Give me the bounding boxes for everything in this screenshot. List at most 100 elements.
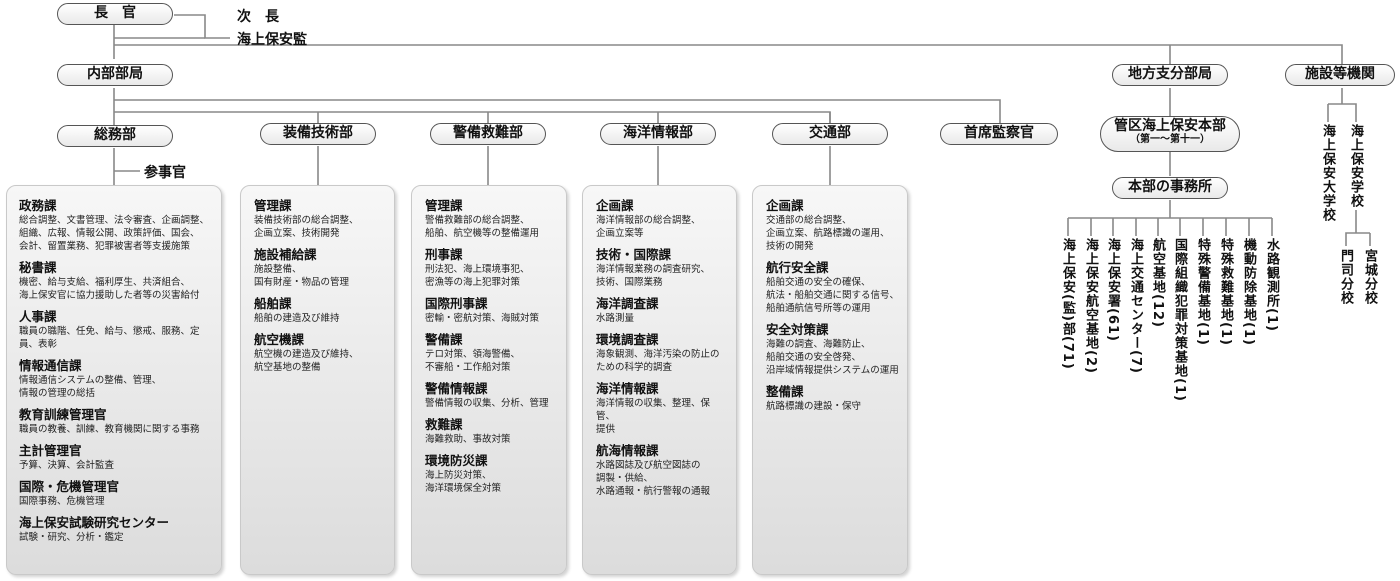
section-title: 海洋調査課 [596, 296, 659, 311]
chief-inspector-node: 首席監察官 [940, 123, 1058, 145]
section-title: 環境調査課 [596, 332, 659, 347]
section-item: 技術・国際課 海洋情報業務の調査研究、 技術、国際業務 [596, 247, 728, 289]
section-item: 管理課装備技術部の総合調整、 企画立案、技術開発 [254, 198, 386, 240]
section-item: 教育訓練管理官職員の教養、訓練、教育機関に関する事務 [19, 407, 213, 436]
general-affairs-dept-node: 総務部 [57, 125, 173, 147]
section-item: 警備課テロ対策、領海警備、 不審船・工作船対策 [425, 332, 558, 374]
section-desc: 刑法犯、海上環境事犯、 密漁等の海上犯罪対策 [425, 264, 530, 288]
section-item: 整備課航路標識の建設・保守 [766, 384, 899, 413]
equipment-tech-dept-node: 装備技術部 [260, 123, 376, 145]
internal-bureau-node: 内部部局 [57, 64, 173, 86]
section-title: 企画課 [596, 198, 634, 213]
hydrographic-sections: 企画課 海洋情報部の総合調整、 企画立案等 技術・国際課 海洋情報業務の調査研究、 … [582, 185, 737, 575]
section-title: 刑事課 [425, 247, 463, 262]
section-title: 国際・危機管理官 [19, 479, 120, 494]
section-desc: 機密、給与支給、福利厚生、共済組合、 海上保安官に協力援助した者等の災害給付 [19, 277, 200, 301]
section-title: 人事課 [19, 309, 57, 324]
guard-rescue-dept-node: 警備救難部 [430, 123, 546, 145]
equipment-tech-sections: 管理課装備技術部の総合調整、 企画立案、技術開発 施設補給課 施設整備、 国有財産… [240, 185, 395, 575]
section-item: 主計管理官 予算、決算、会計監査 [19, 443, 213, 472]
section-item: 施設補給課 施設整備、 国有財産・物品の管理 [254, 247, 386, 289]
section-desc: 海象観測、海洋汚染の防止の ための科学的調査 [596, 349, 720, 373]
section-item: 船舶課船舶の建造及び維持 [254, 296, 386, 325]
section-desc: 海洋情報の収集、整理、保管、 提供 [596, 398, 711, 435]
section-title: 救難課 [425, 417, 463, 432]
regional-bureau-node: 地方支分部局 [1112, 64, 1228, 86]
deputy-label: 次 長 [237, 9, 279, 25]
section-desc: 警備救難部の総合調整、 船舶、航空機等の整備運用 [425, 215, 540, 239]
section-title: 国際刑事課 [425, 296, 488, 311]
section-item: 人事課 職員の職階、任免、給与、懲戒、服務、定員、表彰 [19, 309, 213, 351]
section-title: 警備情報課 [425, 381, 488, 396]
section-item: 国際・危機管理官国際事務、危機管理 [19, 479, 213, 508]
section-item: 刑事課刑法犯、海上環境事犯、 密漁等の海上犯罪対策 [425, 247, 558, 289]
section-item: 救難課 海難救助、事故対策 [425, 417, 558, 446]
section-title: 環境防災課 [425, 453, 488, 468]
section-title: 情報通信課 [19, 358, 82, 373]
section-item: 海洋調査課 水路測量 [596, 296, 728, 325]
section-item: 秘書課 機密、給与支給、福利厚生、共済組合、 海上保安官に協力援助した者等の災害給… [19, 260, 213, 302]
section-desc: 装備技術部の総合調整、 企画立案、技術開発 [254, 215, 359, 239]
section-item: 環境調査課海象観測、海洋汚染の防止の ための科学的調査 [596, 332, 728, 374]
school-label: 海上保安学校 [1348, 124, 1363, 208]
section-desc: 密輸・密航対策、海賊対策 [425, 313, 540, 324]
section-title: 整備課 [766, 384, 804, 399]
section-desc: 水路測量 [596, 313, 635, 324]
traffic-sections: 企画課交通部の総合調整、 企画立案、航路標識の運用、 技術の開発 航行安全課船舶… [752, 185, 908, 575]
section-desc: 国際事務、危機管理 [19, 496, 105, 507]
regional-hq-label: 管区海上保安本部 [1114, 118, 1226, 134]
office-item: 特殊救難基地(1) [1218, 238, 1233, 346]
section-title: 管理課 [254, 198, 292, 213]
traffic-dept-node: 交通部 [772, 123, 888, 145]
section-desc: 交通部の総合調整、 企画立案、航路標識の運用、 技術の開発 [766, 215, 890, 252]
section-title: 警備課 [425, 332, 463, 347]
section-desc: 船舶交通の安全の確保、 航法・船舶交通に関する信号、 船舶通航信号所等の運用 [766, 277, 900, 314]
section-desc: 情報通信システムの整備、管理、 情報の管理の総括 [19, 375, 162, 399]
facilities-bureau-node: 施設等機関 [1285, 64, 1395, 86]
section-desc: 施設整備、 国有財産・物品の管理 [254, 264, 350, 288]
section-title: 海洋情報課 [596, 381, 659, 396]
section-title: 企画課 [766, 198, 804, 213]
branch-item: 門司分校 [1338, 249, 1353, 305]
section-desc: 職員の教養、訓練、教育機関に関する事務 [19, 424, 200, 435]
section-item: 情報通信課情報通信システムの整備、管理、 情報の管理の総括 [19, 358, 213, 400]
section-item: 国際刑事課密輸・密航対策、海賊対策 [425, 296, 558, 325]
section-desc: 航路標識の建設・保守 [766, 401, 862, 412]
hq-offices-node: 本部の事務所 [1112, 177, 1228, 199]
chief-node: 長 官 [57, 3, 173, 25]
section-item: 企画課交通部の総合調整、 企画立案、航路標識の運用、 技術の開発 [766, 198, 899, 253]
section-item: 安全対策課 海難の調査、海難防止、 船舶交通の安全啓発、 沿岸域情報提供システムの… [766, 322, 899, 377]
section-desc: 海洋情報業務の調査研究、 技術、国際業務 [596, 264, 711, 288]
superintendent-label: 海上保安監 [237, 32, 307, 48]
section-title: 船舶課 [254, 296, 292, 311]
councilor-label: 参事官 [144, 165, 186, 181]
section-title: 教育訓練管理官 [19, 407, 107, 422]
section-desc: テロ対策、領海警備、 不審船・工作船対策 [425, 349, 521, 373]
branch-item: 宮城分校 [1362, 249, 1377, 305]
section-item: 企画課 海洋情報部の総合調整、 企画立案等 [596, 198, 728, 240]
section-item: 管理課警備救難部の総合調整、 船舶、航空機等の整備運用 [425, 198, 558, 240]
office-item: 機動防除基地(1) [1241, 238, 1256, 346]
office-item: 国際組織犯罪対策基地(1) [1172, 238, 1187, 402]
general-affairs-sections: 政務課 総合調整、文書管理、法令審査、企画調整、 組織、広報、情報公開、政策評価、… [6, 185, 222, 575]
section-desc: 試験・研究、分析・鑑定 [19, 532, 124, 543]
office-item: 航空基地(12) [1150, 238, 1165, 328]
section-desc: 予算、決算、会計監査 [19, 460, 115, 471]
section-item: 海上保安試験研究センター試験・研究、分析・鑑定 [19, 515, 213, 544]
section-title: 航海情報課 [596, 443, 659, 458]
section-item: 環境防災課海上防災対策、 海洋環境保全対策 [425, 453, 558, 495]
section-title: 航行安全課 [766, 260, 829, 275]
office-item: 海上保安(監)部(71) [1060, 238, 1075, 370]
section-desc: 船舶の建造及び維持 [254, 313, 340, 324]
section-title: 管理課 [425, 198, 463, 213]
office-item: 水路観測所(1) [1264, 238, 1279, 332]
section-desc: 海上防災対策、 海洋環境保全対策 [425, 470, 502, 494]
regional-hq-sub: （第一〜第十一） [1130, 134, 1210, 145]
office-item: 海上交通センター(7) [1128, 238, 1143, 374]
section-desc: 水路図誌及び航空図誌の 調製・供給、 水路通報・航行警報の通報 [596, 460, 711, 497]
section-desc: 警備情報の収集、分析、管理 [425, 398, 549, 409]
section-item: 航海情報課水路図誌及び航空図誌の 調製・供給、 水路通報・航行警報の通報 [596, 443, 728, 498]
section-title: 政務課 [19, 198, 57, 213]
office-item: 特殊警備基地(1) [1195, 238, 1210, 346]
section-title: 海上保安試験研究センター [19, 515, 170, 530]
